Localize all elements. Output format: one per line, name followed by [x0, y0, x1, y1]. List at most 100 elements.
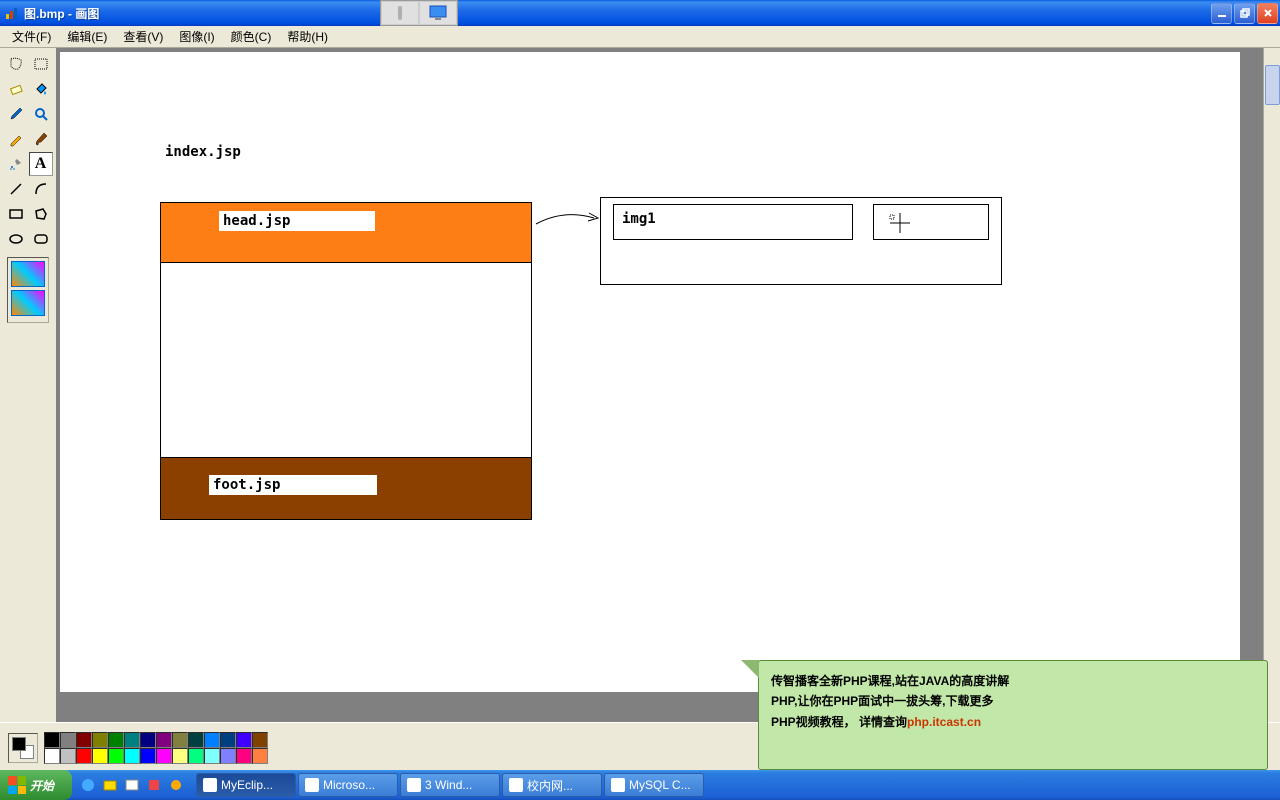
color-swatch[interactable]	[188, 748, 204, 764]
float-tool-left-icon[interactable]	[381, 1, 419, 25]
start-button[interactable]: 开始	[0, 770, 72, 800]
color-swatch[interactable]	[252, 748, 268, 764]
color-swatch[interactable]	[60, 732, 76, 748]
ad-line3a: PHP视频教程， 详情查询	[771, 715, 907, 729]
eraser-tool[interactable]	[4, 77, 28, 101]
line-tool[interactable]	[4, 177, 28, 201]
menu-help[interactable]: 帮助(H)	[279, 26, 336, 47]
task-icon	[305, 778, 319, 792]
task-label: Microso...	[323, 778, 375, 792]
task-label: 3 Wind...	[425, 778, 472, 792]
canvas-foot-label: foot.jsp	[209, 475, 377, 495]
airbrush-tool[interactable]	[4, 152, 28, 176]
curve-tool[interactable]	[29, 177, 53, 201]
color-swatch[interactable]	[76, 732, 92, 748]
rect-select-tool[interactable]	[29, 52, 53, 76]
canvas-arrow-icon	[534, 204, 604, 234]
color-swatch[interactable]	[76, 748, 92, 764]
color-swatch[interactable]	[60, 748, 76, 764]
ellipse-tool[interactable]	[4, 227, 28, 251]
rectangle-tool[interactable]	[4, 202, 28, 226]
ad-overlay: 传智播客全新PHP课程,站在JAVA的高度讲解 PHP,让你在PHP面试中一拔头…	[758, 660, 1268, 770]
menu-view[interactable]: 查看(V)	[115, 26, 171, 47]
ql-icon-3[interactable]	[122, 774, 142, 796]
eyedropper-tool[interactable]	[4, 102, 28, 126]
color-swatch[interactable]	[92, 748, 108, 764]
color-swatch[interactable]	[44, 732, 60, 748]
color-swatch[interactable]	[140, 732, 156, 748]
color-swatch[interactable]	[124, 748, 140, 764]
start-label: 开始	[30, 777, 54, 794]
app-icon	[4, 5, 20, 21]
polygon-tool[interactable]	[29, 202, 53, 226]
titlebar: 图.bmp - 画图	[0, 0, 1280, 26]
taskbar-item[interactable]: MySQL C...	[604, 773, 704, 797]
color-swatch[interactable]	[108, 748, 124, 764]
canvas[interactable]: index.jsp head.jsp foot.jsp img1	[60, 52, 1240, 692]
color-swatch[interactable]	[204, 732, 220, 748]
ad-url[interactable]: php.itcast.cn	[907, 715, 981, 729]
color-swatch[interactable]	[156, 732, 172, 748]
color-swatch[interactable]	[220, 732, 236, 748]
canvas-img1-box: img1	[613, 204, 853, 240]
floating-toolbar[interactable]	[380, 0, 458, 26]
freeform-select-tool[interactable]	[4, 52, 28, 76]
canvas-head-label: head.jsp	[219, 211, 375, 231]
color-swatch[interactable]	[236, 748, 252, 764]
tool-options[interactable]	[7, 257, 49, 323]
text-tool[interactable]: A	[29, 152, 53, 176]
color-swatch[interactable]	[156, 748, 172, 764]
taskbar-item[interactable]: MyEclip...	[196, 773, 296, 797]
color-swatch[interactable]	[124, 732, 140, 748]
float-tool-monitor-icon[interactable]	[419, 1, 457, 25]
rounded-rect-tool[interactable]	[29, 227, 53, 251]
menu-image[interactable]: 图像(I)	[171, 26, 222, 47]
ad-line2: PHP,让你在PHP面试中一拔头筹,下载更多	[771, 694, 993, 708]
color-swatch[interactable]	[204, 748, 220, 764]
color-swatch[interactable]	[140, 748, 156, 764]
pencil-tool[interactable]	[4, 127, 28, 151]
close-button[interactable]	[1257, 3, 1278, 24]
task-icon	[203, 778, 217, 792]
menu-file[interactable]: 文件(F)	[4, 26, 59, 47]
menu-edit[interactable]: 编辑(E)	[59, 26, 115, 47]
taskbar-item[interactable]: Microso...	[298, 773, 398, 797]
color-swatch[interactable]	[92, 732, 108, 748]
restore-button[interactable]	[1234, 3, 1255, 24]
brush-tool[interactable]	[29, 127, 53, 151]
taskbar-item[interactable]: 校内网...	[502, 773, 602, 797]
canvas-area: index.jsp head.jsp foot.jsp img1	[56, 48, 1280, 722]
task-label: 校内网...	[527, 777, 573, 794]
task-icon	[611, 778, 625, 792]
ql-icon-5[interactable]	[166, 774, 186, 796]
canvas-text-index: index.jsp	[165, 144, 241, 160]
fill-tool[interactable]	[29, 77, 53, 101]
ql-icon-4[interactable]	[144, 774, 164, 796]
color-swatch[interactable]	[188, 732, 204, 748]
task-icon	[407, 778, 421, 792]
ql-icon-2[interactable]	[100, 774, 120, 796]
canvas-right-container: img1	[600, 197, 1002, 285]
toolbox: A	[0, 48, 56, 722]
color-swatch[interactable]	[172, 748, 188, 764]
color-swatch[interactable]	[220, 748, 236, 764]
taskbar-item[interactable]: 3 Wind...	[400, 773, 500, 797]
window-title: 图.bmp - 画图	[24, 5, 1211, 22]
color-swatch[interactable]	[236, 732, 252, 748]
foreground-color	[12, 737, 26, 751]
color-swatch[interactable]	[44, 748, 60, 764]
current-colors[interactable]	[8, 733, 38, 763]
magnifier-tool[interactable]	[29, 102, 53, 126]
color-swatch[interactable]	[108, 732, 124, 748]
ql-icon-1[interactable]	[78, 774, 98, 796]
canvas-cursor-box	[873, 204, 989, 240]
vertical-scrollbar[interactable]	[1263, 48, 1280, 722]
task-label: MyEclip...	[221, 778, 273, 792]
taskbar: 开始 MyEclip... Microso... 3 Wind... 校内网... My…	[0, 770, 1280, 800]
task-icon	[509, 778, 523, 792]
color-swatch[interactable]	[172, 732, 188, 748]
minimize-button[interactable]	[1211, 3, 1232, 24]
menu-color[interactable]: 颜色(C)	[223, 26, 280, 47]
task-label: MySQL C...	[629, 778, 691, 792]
color-swatch[interactable]	[252, 732, 268, 748]
